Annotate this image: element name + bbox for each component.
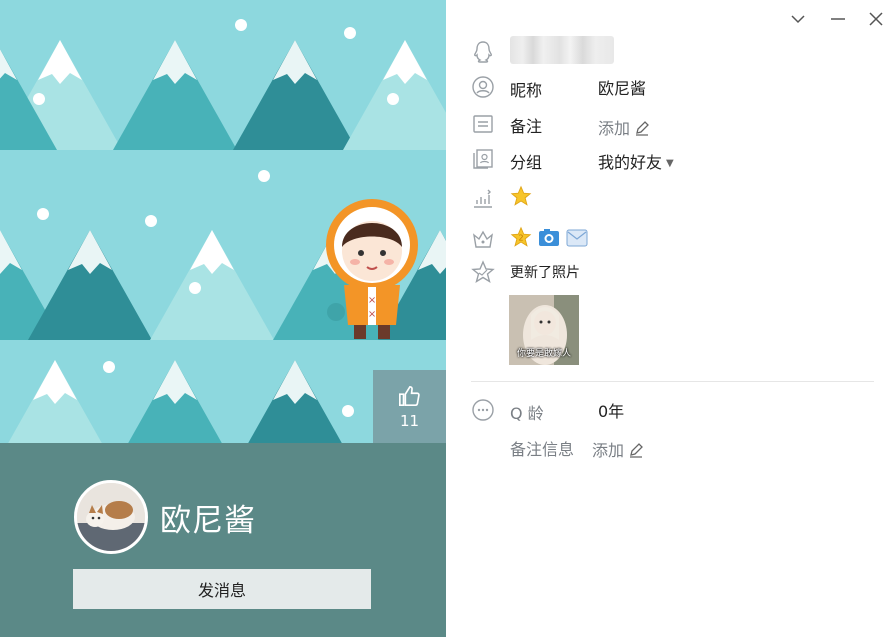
remark-add-link[interactable]: 添加 [598, 115, 650, 139]
remark-info-add-link[interactable]: 添加 [592, 437, 644, 461]
minimize-icon[interactable] [827, 8, 849, 30]
activity-text: 更新了照片 [510, 265, 580, 281]
close-icon[interactable] [865, 8, 887, 30]
group-select[interactable]: 我的好友 ▼ [598, 149, 674, 173]
group-icon [471, 147, 495, 171]
remark-icon [471, 112, 495, 136]
vip-star-badge-icon[interactable]: 2 [510, 226, 532, 252]
remark-info-label: 备注信息 [510, 440, 575, 459]
cat-avatar-image [77, 483, 145, 551]
pencil-icon [630, 443, 643, 458]
nickname-value: 欧尼酱 [598, 79, 647, 98]
more-icon [471, 398, 495, 422]
mail-badge-icon[interactable] [566, 229, 588, 251]
level-chart-icon [471, 186, 495, 210]
remark-label: 备注 [510, 117, 543, 136]
svg-text:×: × [368, 309, 376, 320]
group-label: 分组 [510, 153, 543, 172]
qage-value: 0年 [598, 402, 625, 421]
nickname-large: 欧尼酱 [160, 503, 256, 539]
camera-badge-icon[interactable] [538, 228, 560, 252]
qq-number-masked [510, 36, 614, 64]
avatar[interactable] [74, 480, 148, 554]
nickname-label: 昵称 [510, 81, 543, 100]
section-divider [471, 381, 874, 382]
qage-label: Q 龄 [510, 404, 544, 423]
svg-text:2: 2 [518, 233, 523, 243]
level-star-icon[interactable] [510, 185, 532, 211]
pencil-icon [636, 121, 649, 136]
activity-star-icon [471, 260, 495, 284]
thumbs-up-icon [399, 386, 420, 406]
user-icon [471, 75, 495, 99]
penguin-icon [471, 40, 495, 64]
updated-photo-thumbnail[interactable]: 你要是敢嫁人 [509, 295, 579, 365]
caret-down-icon: ▼ [666, 158, 674, 169]
remark-info-value: 添加 [592, 441, 625, 460]
send-message-button[interactable]: 发消息 [73, 569, 371, 609]
svg-text:×: × [368, 295, 376, 306]
group-value: 我的好友 [598, 153, 663, 172]
profile-summary: 欧尼酱 发消息 [0, 443, 446, 637]
profile-details-right: 昵称 欧尼酱 备注 添加 分组 我的好友 ▼ 2 更新了照片 你要是敢嫁人 Q … [446, 0, 891, 637]
crown-icon [471, 227, 495, 251]
photo-caption: 你要是敢嫁人 [516, 349, 571, 359]
like-button[interactable]: 11 [373, 370, 446, 443]
remark-value: 添加 [598, 119, 631, 138]
profile-card-left: × × 11 欧尼酱 发消息 [0, 0, 446, 637]
like-count: 11 [399, 412, 420, 430]
chevron-down-icon[interactable] [787, 8, 809, 30]
